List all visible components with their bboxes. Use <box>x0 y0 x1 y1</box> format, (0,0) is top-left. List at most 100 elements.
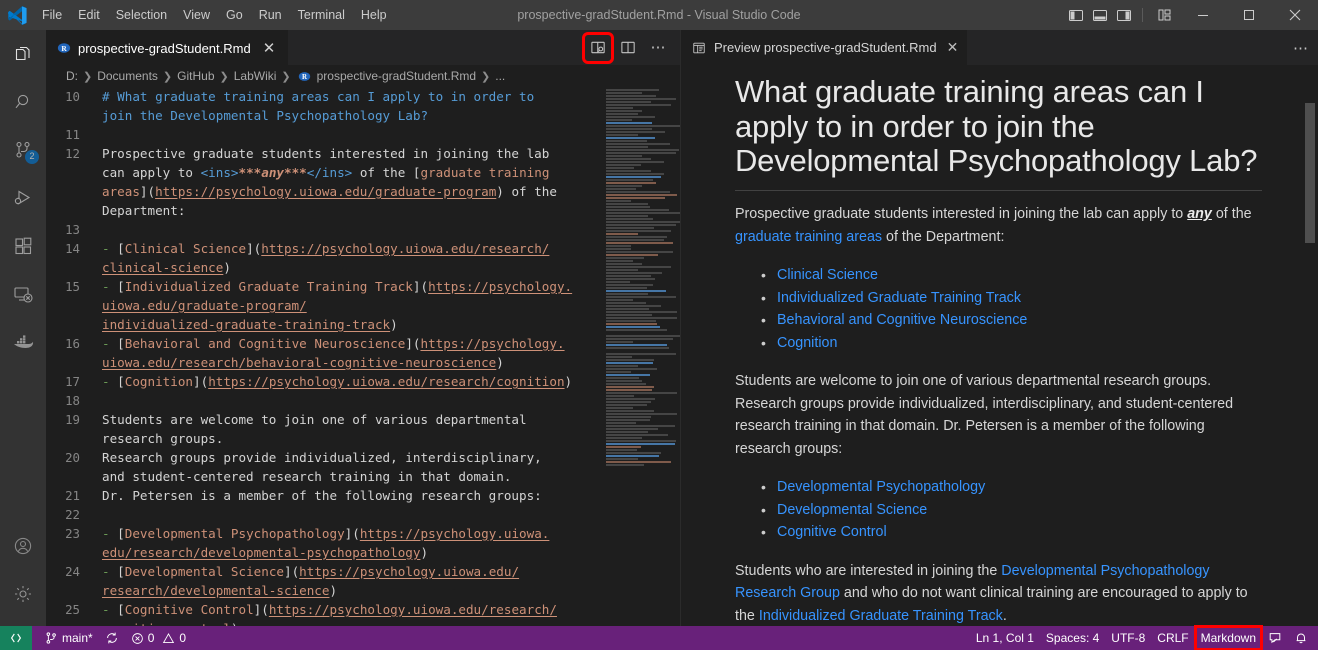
breadcrumb-item-1[interactable]: Documents <box>97 69 158 83</box>
sidebar-item-source-control[interactable]: 2 <box>0 126 46 174</box>
sidebar-item-run-and-debug[interactable] <box>0 174 46 222</box>
gear-icon[interactable] <box>0 570 46 618</box>
code-line[interactable]: and student-centered research training i… <box>46 467 602 486</box>
code-line[interactable]: uiowa.edu/research/behavioral-cognitive-… <box>46 353 602 372</box>
sidebar-item-extensions[interactable] <box>0 222 46 270</box>
toggle-panel-icon[interactable] <box>1091 6 1109 24</box>
link-developmental-psychopathology[interactable]: Developmental Psychopathology <box>777 479 985 495</box>
more-actions-button[interactable]: ⋯ <box>644 34 672 62</box>
minimize-button[interactable] <box>1180 0 1226 30</box>
feedback-icon[interactable] <box>1262 626 1288 650</box>
code-line[interactable]: areas](https://psychology.uiowa.edu/grad… <box>46 182 602 201</box>
code-line[interactable]: can apply to <ins>***any***</ins> of the… <box>46 163 602 182</box>
preview-scrollbar[interactable] <box>1305 103 1315 243</box>
notifications-bell-icon[interactable] <box>1288 626 1314 650</box>
link-clinical-science[interactable]: Clinical Science <box>777 267 878 283</box>
code-line[interactable]: 16 - [Behavioral and Cognitive Neuroscien… <box>46 334 602 353</box>
code-line[interactable]: 13 <box>46 220 602 239</box>
customize-layout-icon[interactable] <box>1156 6 1174 24</box>
link-cognition[interactable]: Cognition <box>777 335 837 351</box>
status-cursor-position[interactable]: Ln 1, Col 1 <box>970 626 1040 650</box>
code-line[interactable]: 19 Students are welcome to join one of va… <box>46 410 602 429</box>
breadcrumb-item-4[interactable]: prospective-gradStudent.Rmd <box>317 69 476 83</box>
link-graduate-training-areas[interactable]: graduate training areas <box>735 229 882 245</box>
code-line[interactable]: 15 - [Individualized Graduate Training Tr… <box>46 277 602 296</box>
menu-bar[interactable]: File Edit Selection View Go Run Terminal… <box>34 4 395 26</box>
code-line[interactable]: 20 Research groups provide individualized… <box>46 448 602 467</box>
breadcrumb-item-3[interactable]: LabWiki <box>234 69 277 83</box>
menu-edit[interactable]: Edit <box>70 4 108 26</box>
link-developmental-science[interactable]: Developmental Science <box>777 502 927 518</box>
breadcrumb-item-0[interactable]: D: <box>66 69 78 83</box>
code-line[interactable]: Department: <box>46 201 602 220</box>
sidebar-item-docker[interactable] <box>0 318 46 366</box>
list-item[interactable]: Behavioral and Cognitive Neuroscience <box>735 309 1262 332</box>
toggle-secondary-sidebar-icon[interactable] <box>1115 6 1133 24</box>
status-branch[interactable]: main* <box>38 626 99 650</box>
menu-selection[interactable]: Selection <box>108 4 175 26</box>
menu-terminal[interactable]: Terminal <box>290 4 353 26</box>
code-line[interactable]: 10 # What graduate training areas can I a… <box>46 87 602 106</box>
code-line[interactable]: 24 - [Developmental Science](https://psyc… <box>46 562 602 581</box>
minimap[interactable] <box>602 87 680 626</box>
code-line[interactable]: individualized-graduate-training-track) <box>46 315 602 334</box>
status-problems[interactable]: 0 0 <box>125 626 192 650</box>
sidebar-item-explorer[interactable] <box>0 30 46 78</box>
link-cognitive-control[interactable]: Cognitive Control <box>777 524 887 540</box>
code-line[interactable]: 21 Dr. Petersen is a member of the follow… <box>46 486 602 505</box>
code-content[interactable]: 10 # What graduate training areas can I a… <box>46 87 602 626</box>
preview-more-actions-button[interactable]: ⋯ <box>1293 39 1308 57</box>
list-item[interactable]: Clinical Science <box>735 264 1262 287</box>
menu-help[interactable]: Help <box>353 4 395 26</box>
link-individualized-graduate-training-track-2[interactable]: Individualized Graduate Training Track <box>759 608 1003 624</box>
code-line[interactable]: join the Developmental Psychopathology L… <box>46 106 602 125</box>
code-line[interactable]: clinical-science) <box>46 258 602 277</box>
status-indentation[interactable]: Spaces: 4 <box>1040 626 1105 650</box>
status-eol[interactable]: CRLF <box>1151 626 1194 650</box>
status-sync[interactable] <box>99 626 125 650</box>
code-line[interactable]: 17 - [Cognition](https://psychology.uiowa… <box>46 372 602 391</box>
list-item[interactable]: Developmental Science <box>735 499 1262 522</box>
breadcrumb-item-5[interactable]: ... <box>495 69 505 83</box>
preview-content[interactable]: What graduate training areas can I apply… <box>681 65 1318 626</box>
code-line[interactable]: 23 - [Developmental Psychopathology](http… <box>46 524 602 543</box>
link-behavioral-and-cognitive-neuroscience[interactable]: Behavioral and Cognitive Neuroscience <box>777 312 1027 328</box>
maximize-button[interactable] <box>1226 0 1272 30</box>
menu-view[interactable]: View <box>175 4 218 26</box>
code-line[interactable]: 22 <box>46 505 602 524</box>
code-line[interactable]: research groups. <box>46 429 602 448</box>
code-line[interactable]: uiowa.edu/graduate-program/ <box>46 296 602 315</box>
code-line[interactable]: research/developmental-science) <box>46 581 602 600</box>
code-line[interactable]: 18 <box>46 391 602 410</box>
open-preview-to-side-button[interactable] <box>582 31 614 64</box>
sidebar-item-remote-explorer[interactable] <box>0 270 46 318</box>
list-item[interactable]: Cognition <box>735 332 1262 355</box>
tab-close-icon[interactable]: ✕ <box>260 40 279 57</box>
remote-window-button[interactable] <box>0 626 32 650</box>
split-editor-button[interactable] <box>614 34 642 62</box>
menu-file[interactable]: File <box>34 4 70 26</box>
code-line[interactable]: 11 <box>46 125 602 144</box>
code-line[interactable]: 14 - [Clinical Science](https://psycholog… <box>46 239 602 258</box>
close-button[interactable] <box>1272 0 1318 30</box>
tab-prospective-gradstudent-rmd[interactable]: R prospective-gradStudent.Rmd ✕ <box>46 30 289 65</box>
code-line[interactable]: edu/research/developmental-psychopatholo… <box>46 543 602 562</box>
sidebar-item-search[interactable] <box>0 78 46 126</box>
breadcrumb-item-2[interactable]: GitHub <box>177 69 214 83</box>
accounts-icon[interactable] <box>0 522 46 570</box>
list-item[interactable]: Individualized Graduate Training Track <box>735 287 1262 310</box>
list-item[interactable]: Developmental Psychopathology <box>735 476 1262 499</box>
link-individualized-graduate-training-track[interactable]: Individualized Graduate Training Track <box>777 290 1021 306</box>
toggle-primary-sidebar-icon[interactable] <box>1067 6 1085 24</box>
menu-run[interactable]: Run <box>251 4 290 26</box>
preview-tab-close-icon[interactable]: ✕ <box>945 39 959 56</box>
status-language-mode[interactable]: Markdown <box>1193 625 1264 650</box>
status-encoding[interactable]: UTF-8 <box>1105 626 1151 650</box>
code-line[interactable]: 25 - [Cognitive Control](https://psycholo… <box>46 600 602 619</box>
tab-preview-prospective-gradstudent-rmd[interactable]: Preview prospective-gradStudent.Rmd ✕ <box>681 30 968 65</box>
code-line[interactable]: 12 Prospective graduate students interest… <box>46 144 602 163</box>
list-item[interactable]: Cognitive Control <box>735 521 1262 544</box>
editor-text-area[interactable]: 10 # What graduate training areas can I a… <box>46 87 680 626</box>
menu-go[interactable]: Go <box>218 4 251 26</box>
code-line[interactable]: cognitive-control) <box>46 619 602 626</box>
